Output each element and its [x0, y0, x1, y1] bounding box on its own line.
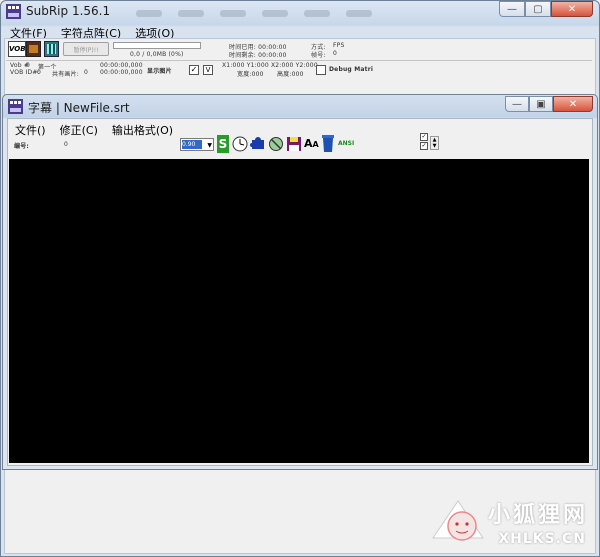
sub-maximize-button[interactable]: ▣: [529, 96, 553, 112]
clock-icon[interactable]: [232, 136, 248, 152]
main-titlebar[interactable]: SubRip 1.56.1 — ▢ ✕: [1, 1, 599, 23]
close-icon: ✕: [568, 98, 578, 110]
subtitle-titlebar[interactable]: 字幕 | NewFile.srt — ▣ ✕: [3, 95, 597, 117]
main-window-controls: — ▢ ✕: [499, 1, 593, 17]
number-value: 0: [64, 141, 69, 148]
width-readout: 宽度:000: [237, 71, 264, 78]
end-time: 00:00:00,000: [100, 69, 143, 76]
save-icon[interactable]: [286, 136, 302, 152]
ansi-label: ANSI: [338, 140, 355, 147]
timing-combo-value: 0.90: [182, 140, 202, 149]
timing-combo[interactable]: 0.90 ▼: [180, 138, 214, 151]
top-check-1[interactable]: ✓: [420, 133, 428, 141]
start-time: 00:00:00,000: [100, 62, 143, 69]
coords-readout: X1:000 Y1:000 X2:000 Y2:000: [222, 62, 318, 69]
sub-menu-output-format[interactable]: 输出格式(O): [110, 121, 175, 139]
subtitle-window: 字幕 | NewFile.srt — ▣ ✕ 文件() 修正(C) 输出格式(O…: [2, 94, 598, 470]
total-label: 共有画片:: [52, 71, 80, 78]
progress-bar: [113, 42, 201, 49]
maximize-icon: ▣: [536, 98, 546, 110]
subtitle-preview-area: [9, 159, 589, 463]
progress-text: 0,0 / 0,0MB (0%): [130, 51, 184, 58]
show-image-label: 显示图片: [147, 68, 172, 75]
debug-matrix-label: Debug Matri: [329, 66, 374, 73]
frame-value: 0: [333, 50, 338, 57]
maximize-icon: ▢: [533, 3, 543, 15]
total-value: 0: [84, 69, 89, 76]
vob-id-value: 0: [37, 69, 42, 76]
subrip-app-icon: [6, 4, 21, 19]
debug-matrix-checkbox[interactable]: [316, 65, 326, 75]
check-mark-icon: ✓: [421, 133, 427, 140]
vob-value: 0: [26, 62, 31, 69]
subtitle-menubar: 文件() 修正(C) 输出格式(O): [13, 121, 175, 139]
toolbar-separator: [6, 60, 592, 61]
sub-menu-fix[interactable]: 修正(C): [58, 121, 100, 139]
maximize-button[interactable]: ▢: [525, 1, 551, 17]
sub-menu-file[interactable]: 文件(): [13, 121, 48, 139]
trash-icon[interactable]: [321, 134, 335, 153]
minimize-icon: —: [512, 98, 522, 110]
close-icon: ✕: [567, 3, 577, 15]
fox-logo-icon: [432, 500, 484, 541]
font-size-icon[interactable]: AA: [304, 136, 319, 153]
check-mark-icon: ✓: [190, 65, 198, 74]
puzzle-icon[interactable]: [250, 136, 266, 152]
matrix-icon[interactable]: [44, 41, 59, 57]
top-check-2[interactable]: ✓: [420, 142, 428, 150]
frame-label: 帧号:: [311, 52, 326, 59]
show-image-checkbox[interactable]: ✓: [189, 65, 199, 75]
v-checkbox[interactable]: V: [203, 65, 213, 75]
chevron-down-icon: ▼: [207, 142, 212, 149]
time-left: 时间剩余: 00:00:00: [229, 52, 287, 59]
subtitle-client-area: 文件() 修正(C) 输出格式(O) 编号: 0 0.90 ▼ S AA ANS…: [7, 118, 593, 466]
sub-minimize-button[interactable]: —: [505, 96, 529, 112]
main-window-title: SubRip 1.56.1: [26, 4, 111, 18]
minimize-button[interactable]: —: [499, 1, 525, 17]
vob-open-icon[interactable]: VOB: [8, 41, 26, 57]
mode-value: FPS: [333, 42, 345, 49]
watermark-cn: 小狐狸网: [487, 503, 588, 528]
split-icon[interactable]: S: [217, 135, 229, 153]
spinner-icon[interactable]: ▲ ▼: [430, 136, 439, 150]
number-label: 编号:: [14, 143, 29, 150]
sub-close-button[interactable]: ✕: [553, 96, 593, 112]
vob-id-label: VOB ID#:: [10, 69, 40, 76]
subtitle-window-controls: — ▣ ✕: [505, 96, 593, 112]
check-mark-icon: ✓: [421, 142, 427, 149]
pause-button-label: 暂停(P)!!: [73, 46, 99, 54]
minimize-icon: —: [507, 3, 517, 15]
no-symbol-icon[interactable]: [268, 136, 284, 152]
subtitle-window-icon: [8, 99, 23, 114]
blurred-background-tabs: [136, 10, 372, 17]
watermark-en: XHLKS.CN: [498, 531, 586, 547]
film-icon[interactable]: [26, 41, 41, 57]
pause-button[interactable]: 暂停(P)!!: [63, 42, 109, 56]
v-checkbox-label: V: [205, 66, 211, 74]
subtitle-window-title: 字幕 | NewFile.srt: [28, 101, 130, 115]
close-button[interactable]: ✕: [551, 1, 593, 17]
height-readout: 高度:000: [277, 71, 304, 78]
